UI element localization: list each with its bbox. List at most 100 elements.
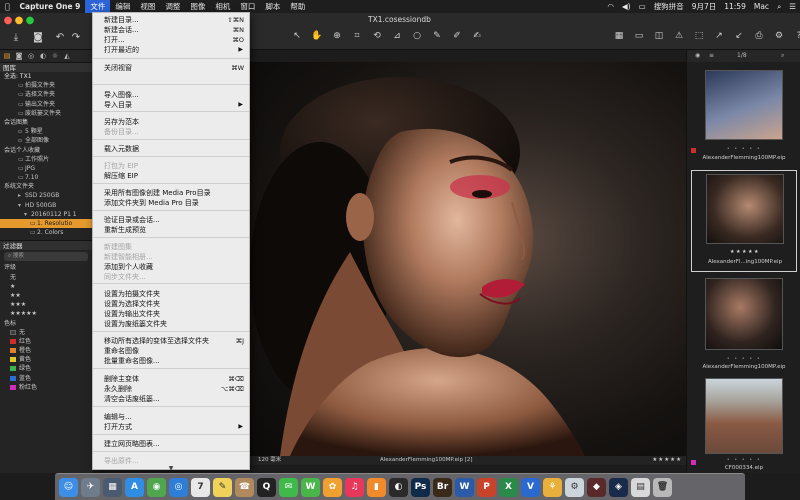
album-all-images[interactable]: ▫ 全部图像 — [0, 136, 92, 145]
file-menu-item-14[interactable]: 验证目录或会话... — [93, 215, 249, 225]
file-menu-item-29[interactable]: 清空会话废纸篓... — [93, 394, 249, 404]
print-icon[interactable]: ⎙ — [752, 30, 766, 42]
menu-scroll-down-icon[interactable]: ▼ — [93, 465, 249, 472]
settings-icon[interactable]: ⚙ — [772, 30, 786, 42]
trash-icon[interactable]: 🗑 — [653, 477, 672, 497]
rating-header[interactable]: 评级 — [0, 263, 92, 272]
apple-icon[interactable]:  — [0, 0, 15, 13]
capture-folder-item[interactable]: ▭拍摄文件夹 — [0, 81, 92, 90]
rotate-icon[interactable]: ⟲ — [370, 30, 384, 42]
rating-5[interactable]: ★★★★★ — [0, 309, 92, 318]
color-tag-red[interactable]: 红色 — [0, 337, 92, 346]
color-tag-yellow[interactable]: 黄色 — [0, 355, 92, 364]
file-menu-item-3[interactable]: 打开最近的 ▶ — [93, 45, 249, 55]
wechat-icon[interactable]: W — [301, 477, 320, 497]
drive-ssd[interactable]: ▸ SSD 250GB — [0, 191, 92, 200]
dark-app-icon[interactable]: ◆ — [587, 477, 606, 497]
chrome-icon[interactable]: ◉ — [147, 477, 166, 497]
pan-icon[interactable]: ✋ — [310, 30, 324, 42]
user-name[interactable]: Mac — [750, 2, 773, 11]
file-menu-item-20[interactable]: 设置为拍摄文件夹 — [93, 289, 249, 299]
color-tab-icon[interactable]: ◐ — [39, 52, 47, 60]
messages-icon[interactable]: ✉ — [279, 477, 298, 497]
favorite-jpg[interactable]: ▭JPG — [0, 164, 92, 173]
file-menu-item-4[interactable]: 关闭视窗 ⌘W — [93, 63, 249, 73]
thumbnail-stars[interactable]: • • • • • — [691, 457, 797, 463]
system-folders-header[interactable]: 系统文件夹 — [0, 182, 92, 191]
drive-hd[interactable]: ▾ HD 500GB — [0, 201, 92, 210]
file-menu-item-32[interactable]: 建立网页略图表... — [93, 439, 249, 449]
powerpoint-icon[interactable]: P — [477, 477, 496, 497]
keystone-icon[interactable]: ⊿ — [390, 30, 404, 42]
clock-date[interactable]: 9月7日 — [688, 1, 721, 12]
mission-control-icon[interactable]: ▦ — [103, 477, 122, 497]
file-menu-item-9[interactable]: 载入元数据 — [93, 144, 249, 154]
color-tag-none[interactable]: 无 — [0, 328, 92, 337]
details-tab-icon[interactable]: ◭ — [63, 52, 71, 60]
file-menu-item-0[interactable]: 新建目录... ⇧⌘N — [93, 15, 249, 25]
output-folder-item[interactable]: ▭输出文件夹 — [0, 100, 92, 109]
color-tag-orange[interactable]: 橙色 — [0, 346, 92, 355]
session-favorites-header[interactable]: 会话个人收藏 — [0, 146, 92, 155]
file-menu-item-18[interactable]: 添加到个人收藏 — [93, 262, 249, 272]
file-menu-item-1[interactable]: 新建会话... ⌘N — [93, 25, 249, 35]
search-icon[interactable]: ⌕ — [773, 2, 785, 12]
finder-icon[interactable]: ☺ — [59, 477, 78, 497]
proof-icon[interactable]: ⬚ — [692, 30, 706, 42]
file-menu-item-21[interactable]: 设置为选择文件夹 — [93, 299, 249, 309]
safari-icon[interactable]: ◎ — [169, 477, 188, 497]
file-menu-item-27[interactable]: 删除主变体 ⌘⌫ — [93, 374, 249, 384]
compare-icon[interactable]: ◫ — [652, 30, 666, 42]
search-icon[interactable]: ⌕ — [781, 52, 784, 60]
library-tab-icon[interactable]: ▤ — [3, 52, 11, 60]
favorite-7-10[interactable]: ▭7.10 — [0, 173, 92, 182]
file-menu-item-11[interactable]: 解压缩 EIP — [93, 171, 249, 181]
photos-icon[interactable]: ✿ — [323, 477, 342, 497]
color-tag-blue[interactable]: 蓝色 — [0, 374, 92, 383]
folder-colors[interactable]: ▭2. Colors — [0, 228, 92, 237]
app-menu[interactable]: Capture One 9 — [15, 0, 86, 13]
camera-icon[interactable]: ◙ — [32, 32, 44, 44]
color-tag-green[interactable]: 绿色 — [0, 364, 92, 373]
capture-tab-icon[interactable]: ◙ — [15, 52, 23, 60]
rating-3[interactable]: ★★★ — [0, 300, 92, 309]
brush-icon[interactable]: ✎ — [430, 30, 444, 42]
thumbnail-stars[interactable]: ★★★★★ — [692, 249, 798, 255]
calendar-icon[interactable]: 7 — [191, 477, 210, 497]
menu-help[interactable]: 帮助 — [285, 0, 310, 13]
zoom-window-icon[interactable]: ● — [24, 15, 36, 27]
picker-icon[interactable]: ✐ — [450, 30, 464, 42]
file-menu-item-5[interactable]: 导入图像... — [93, 90, 249, 100]
rating-1[interactable]: ★ — [0, 282, 92, 291]
album-5-stars[interactable]: ▫ 5 颗星 — [0, 127, 92, 136]
disclosure-icon[interactable]: ▾ — [24, 210, 31, 219]
file-menu-item-26[interactable]: 批量重命名图像... — [93, 356, 249, 366]
help-icon[interactable]: ? — [792, 30, 800, 42]
undo-icon[interactable]: ↶ — [54, 32, 66, 44]
cog-icon[interactable]: ⚙ — [565, 477, 584, 497]
redo-icon[interactable]: ↷ — [70, 32, 82, 44]
viewer-rating-stars[interactable]: ★★★★★ — [652, 456, 682, 465]
thumbnail-stars[interactable]: • • • • • — [691, 146, 797, 152]
single-view-icon[interactable]: ▭ — [632, 30, 646, 42]
trash-folder-item[interactable]: ▭废纸篓文件夹 — [0, 109, 92, 118]
capture-one-icon[interactable]: ◐ — [389, 477, 408, 497]
ibooks-icon[interactable]: ▮ — [367, 477, 386, 497]
file-menu-item-25[interactable]: 重命名图像 — [93, 346, 249, 356]
file-menu-item-15[interactable]: 重新生成预览 — [93, 225, 249, 235]
music-icon[interactable]: ♫ — [345, 477, 364, 497]
appstore-icon[interactable]: A — [125, 477, 144, 497]
color-tag-pink[interactable]: 粉红色 — [0, 383, 92, 392]
vpn-icon[interactable]: V — [521, 477, 540, 497]
copy-adjust-icon[interactable]: ↗ — [712, 30, 726, 42]
file-menu-item-30[interactable]: 编辑与... — [93, 412, 249, 422]
input-method[interactable]: 搜狗拼音 — [650, 1, 688, 12]
thumbnail-stars[interactable]: • • • • • — [691, 356, 797, 362]
thumbnail-3[interactable]: • • • • • AlexanderFlemming100MP.eip — [691, 276, 797, 376]
annotate-icon[interactable]: ✍ — [470, 30, 484, 42]
file-menu-item-23[interactable]: 设置为废纸篓文件夹 — [93, 319, 249, 329]
filter-search-input[interactable]: ⌕ 搜索 — [4, 252, 88, 262]
qq-icon[interactable]: Q — [257, 477, 276, 497]
apply-adjust-icon[interactable]: ↙ — [732, 30, 746, 42]
warning-icon[interactable]: ⚠ — [672, 30, 686, 42]
